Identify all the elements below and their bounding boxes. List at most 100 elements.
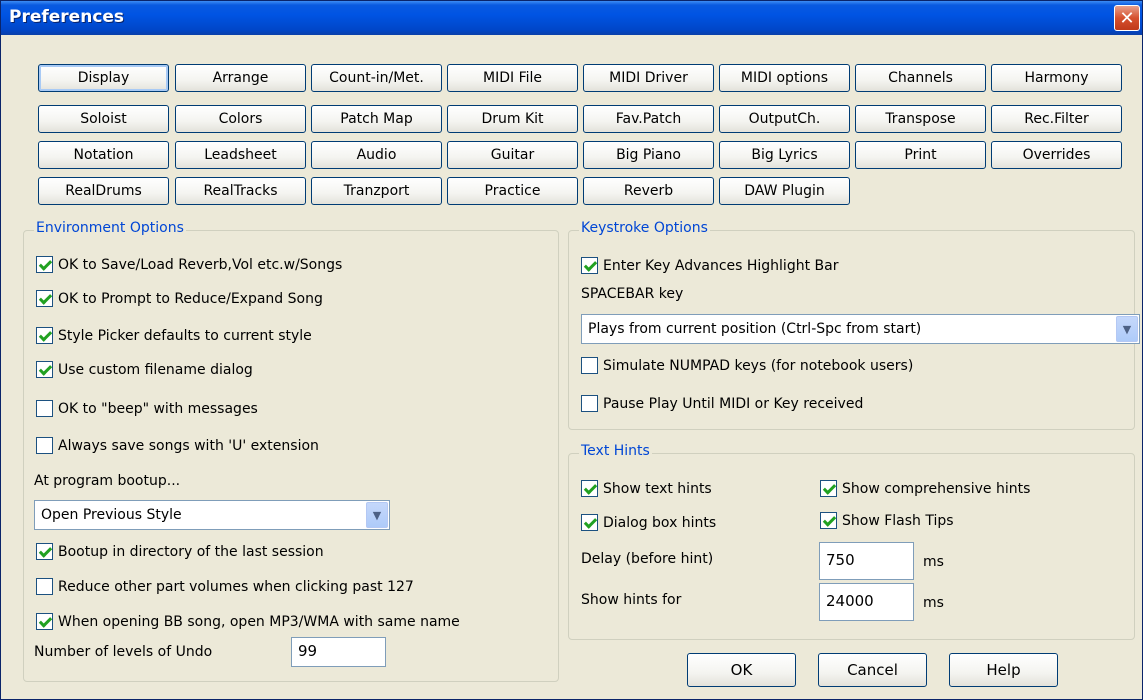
tab-output-ch[interactable]: OutputCh. (719, 105, 850, 133)
option-prompt-reduce-expand[interactable]: OK to Prompt to Reduce/Expand Song (36, 290, 323, 307)
option-simulate-numpad[interactable]: Simulate NUMPAD keys (for notebook users… (581, 357, 913, 374)
environment-options-title: Environment Options (34, 220, 186, 236)
show-for-label: Show hints for (581, 592, 682, 608)
checkbox-icon[interactable] (36, 400, 53, 417)
tab-big-piano[interactable]: Big Piano (583, 141, 714, 169)
option-pause-play[interactable]: Pause Play Until MIDI or Key received (581, 395, 863, 412)
tab-guitar[interactable]: Guitar (447, 141, 578, 169)
tab-big-lyrics[interactable]: Big Lyrics (719, 141, 850, 169)
show-for-unit: ms (923, 595, 944, 611)
tab-rec-filter[interactable]: Rec.Filter (991, 105, 1122, 133)
delay-unit: ms (923, 554, 944, 570)
chevron-down-icon[interactable]: ▼ (1116, 316, 1138, 342)
option-custom-filename-dialog[interactable]: Use custom filename dialog (36, 361, 253, 378)
help-button[interactable]: Help (949, 653, 1058, 687)
checkbox-icon[interactable] (581, 480, 598, 497)
text-hints-title: Text Hints (579, 443, 652, 459)
option-label: Show Flash Tips (842, 512, 954, 529)
checkbox-icon[interactable] (820, 512, 837, 529)
bootup-select[interactable]: Open Previous Style ▼ (34, 500, 390, 530)
option-show-text-hints[interactable]: Show text hints (581, 480, 712, 497)
tab-audio[interactable]: Audio (311, 141, 442, 169)
option-save-load-reverb[interactable]: OK to Save/Load Reverb,Vol etc.w/Songs (36, 256, 342, 273)
tab-patch-map[interactable]: Patch Map (311, 105, 442, 133)
option-label: Show text hints (603, 480, 712, 497)
tab-realtracks[interactable]: RealTracks (175, 177, 306, 205)
tab-transpose[interactable]: Transpose (855, 105, 986, 133)
option-label: When opening BB song, open MP3/WMA with … (58, 613, 460, 630)
close-icon[interactable]: ✕ (1114, 5, 1140, 31)
checkbox-icon[interactable] (36, 256, 53, 273)
checkbox-icon[interactable] (581, 257, 598, 274)
bootup-label: At program bootup... (34, 473, 181, 489)
tab-colors[interactable]: Colors (175, 105, 306, 133)
tab-midi-options[interactable]: MIDI options (719, 64, 850, 92)
option-beep-messages[interactable]: OK to "beep" with messages (36, 400, 258, 417)
chevron-down-icon[interactable]: ▼ (366, 502, 388, 528)
checkbox-icon[interactable] (36, 327, 53, 344)
option-dialog-box-hints[interactable]: Dialog box hints (581, 514, 716, 531)
tab-harmony[interactable]: Harmony (991, 64, 1122, 92)
checkbox-icon[interactable] (36, 543, 53, 560)
option-label: Enter Key Advances Highlight Bar (603, 257, 839, 274)
tab-display[interactable]: Display (38, 64, 169, 92)
delay-label: Delay (before hint) (581, 551, 714, 567)
tab-reverb[interactable]: Reverb (583, 177, 714, 205)
option-open-mp3-wma[interactable]: When opening BB song, open MP3/WMA with … (36, 613, 460, 630)
option-label: Dialog box hints (603, 514, 717, 531)
tab-midi-file[interactable]: MIDI File (447, 64, 578, 92)
option-label: OK to Save/Load Reverb,Vol etc.w/Songs (58, 256, 343, 273)
spacebar-value: Plays from current position (Ctrl-Spc fr… (588, 321, 922, 337)
preferences-dialog: Preferences ✕ Display Arrange Count-in/M… (0, 0, 1143, 700)
checkbox-icon[interactable] (36, 578, 53, 595)
tab-leadsheet[interactable]: Leadsheet (175, 141, 306, 169)
checkbox-icon[interactable] (581, 357, 598, 374)
tab-print[interactable]: Print (855, 141, 986, 169)
title-bar: Preferences ✕ (1, 1, 1142, 35)
checkbox-icon[interactable] (581, 395, 598, 412)
tab-practice[interactable]: Practice (447, 177, 578, 205)
option-label: OK to "beep" with messages (58, 400, 258, 417)
option-show-flash-tips[interactable]: Show Flash Tips (820, 512, 954, 529)
option-label: Pause Play Until MIDI or Key received (603, 395, 864, 412)
tab-daw-plugin[interactable]: DAW Plugin (719, 177, 850, 205)
checkbox-icon[interactable] (581, 514, 598, 531)
spacebar-select[interactable]: Plays from current position (Ctrl-Spc fr… (581, 314, 1140, 344)
tab-channels[interactable]: Channels (855, 64, 986, 92)
cancel-button[interactable]: Cancel (818, 653, 927, 687)
checkbox-icon[interactable] (36, 290, 53, 307)
tab-realdrums[interactable]: RealDrums (38, 177, 169, 205)
tab-midi-driver[interactable]: MIDI Driver (583, 64, 714, 92)
undo-levels-field[interactable]: 99 (291, 637, 386, 667)
option-label: Use custom filename dialog (58, 361, 253, 378)
option-label: Always save songs with 'U' extension (58, 437, 319, 454)
tab-overrides[interactable]: Overrides (991, 141, 1122, 169)
option-reduce-part-volumes[interactable]: Reduce other part volumes when clicking … (36, 578, 414, 595)
spacebar-label: SPACEBAR key (581, 286, 684, 302)
checkbox-icon[interactable] (820, 480, 837, 497)
keystroke-options-title: Keystroke Options (579, 220, 710, 236)
checkbox-icon[interactable] (36, 437, 53, 454)
tab-soloist[interactable]: Soloist (38, 105, 169, 133)
window-title: Preferences (9, 7, 125, 27)
show-for-field[interactable]: 24000 (819, 583, 914, 621)
ok-button[interactable]: OK (687, 653, 796, 687)
option-label: Reduce other part volumes when clicking … (58, 578, 414, 595)
option-label: Simulate NUMPAD keys (for notebook users… (603, 357, 914, 374)
checkbox-icon[interactable] (36, 361, 53, 378)
tab-arrange[interactable]: Arrange (175, 64, 306, 92)
tab-notation[interactable]: Notation (38, 141, 169, 169)
option-show-comprehensive-hints[interactable]: Show comprehensive hints (820, 480, 1030, 497)
option-label: OK to Prompt to Reduce/Expand Song (58, 290, 323, 307)
option-label: Bootup in directory of the last session (58, 543, 324, 560)
tab-drum-kit[interactable]: Drum Kit (447, 105, 578, 133)
option-enter-key-advances[interactable]: Enter Key Advances Highlight Bar (581, 257, 838, 274)
checkbox-icon[interactable] (36, 613, 53, 630)
option-save-u-extension[interactable]: Always save songs with 'U' extension (36, 437, 319, 454)
tab-tranzport[interactable]: Tranzport (311, 177, 442, 205)
tab-count-in[interactable]: Count-in/Met. (311, 64, 442, 92)
delay-field[interactable]: 750 (819, 542, 914, 580)
option-style-picker-defaults[interactable]: Style Picker defaults to current style (36, 327, 312, 344)
tab-fav-patch[interactable]: Fav.Patch (583, 105, 714, 133)
option-bootup-last-directory[interactable]: Bootup in directory of the last session (36, 543, 324, 560)
